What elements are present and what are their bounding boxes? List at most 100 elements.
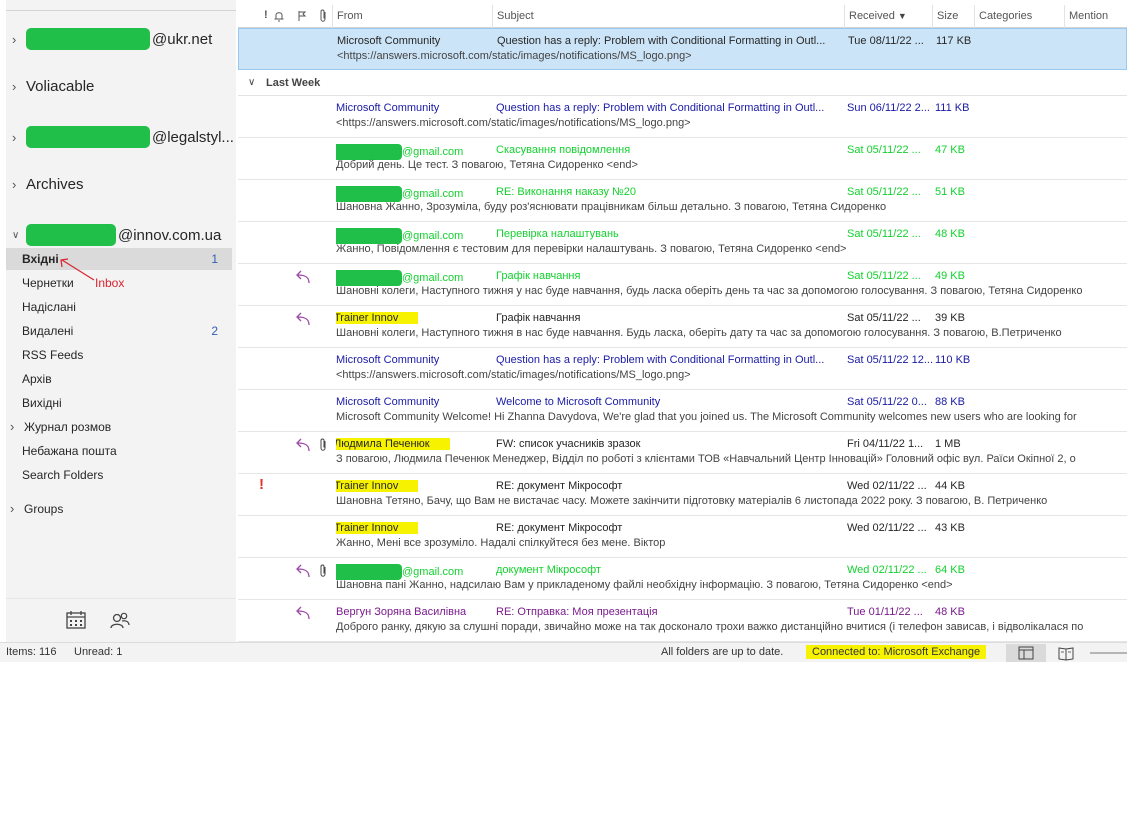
chevron-right-icon[interactable]: › — [12, 130, 24, 145]
message-subject: Перевірка налаштувань — [496, 228, 619, 240]
message-from: Microsoft Community — [336, 396, 440, 408]
folder-outbox[interactable]: Вихідні — [6, 392, 232, 414]
message-from: @gmail.com — [402, 229, 464, 242]
redacted-email — [26, 224, 116, 246]
account-label: Archives — [26, 176, 84, 193]
subject-column[interactable]: Subject — [492, 5, 844, 28]
message-size: 47 KB — [935, 144, 965, 156]
message-row[interactable]: Trainer Innov Графік навчання Sat 05/11/… — [238, 306, 1127, 348]
from-column[interactable]: From — [332, 5, 494, 28]
message-row[interactable]: ! Trainer Innov RE: документ Мікрософт W… — [238, 474, 1127, 516]
folder-search-folders[interactable]: Search Folders — [6, 464, 232, 486]
folder-groups[interactable]: › Groups — [6, 498, 232, 520]
mention-column[interactable]: Mention — [1064, 5, 1127, 28]
account-label: Voliacable — [26, 78, 95, 95]
attachment-column-icon[interactable] — [318, 9, 328, 23]
chevron-right-icon[interactable]: › — [10, 416, 22, 438]
status-bar: Items: 116 Unread: 1 All folders are up … — [0, 642, 1127, 662]
zoom-slider[interactable] — [1090, 652, 1127, 654]
annotation-arrow — [60, 258, 95, 281]
message-row[interactable]: @gmail.com Перевірка налаштувань Sat 05/… — [238, 222, 1127, 264]
message-preview: Шановні колеги, Наступного тижня у нас б… — [336, 285, 1083, 297]
chevron-right-icon[interactable]: › — [12, 32, 24, 47]
message-preview: Шановні колеги, Наступного тижня в нас б… — [336, 327, 1062, 339]
chevron-down-icon[interactable]: ∨ — [248, 70, 255, 96]
folder-junk[interactable]: Небажана пошта — [6, 440, 232, 462]
unread-count: 2 — [211, 324, 218, 338]
group-header-last-week[interactable]: ∨ Last Week — [238, 70, 1127, 96]
message-size: 117 KB — [936, 35, 972, 47]
folder-sent[interactable]: Надіслані — [6, 296, 232, 318]
flag-column-icon[interactable] — [297, 10, 307, 22]
categories-column[interactable]: Categories — [974, 5, 1064, 28]
account-label: @innov.com.ua — [118, 226, 222, 244]
sort-desc-icon: ▼ — [897, 11, 907, 21]
message-size: 110 KB — [935, 354, 971, 366]
message-row[interactable]: @gmail.com RE: Виконання наказу №20 Sat … — [238, 180, 1127, 222]
folder-label: RSS Feeds — [22, 348, 84, 362]
chevron-down-icon[interactable]: ∨ — [12, 230, 24, 241]
chevron-right-icon[interactable]: › — [12, 177, 24, 192]
message-row[interactable]: Людмила Печенюк FW: список учасників зра… — [238, 432, 1127, 474]
account-innov[interactable]: ∨ @innov.com.ua — [12, 224, 221, 246]
folder-deleted[interactable]: Видалені 2 — [6, 320, 232, 342]
message-preview: <https://answers.microsoft.com/static/im… — [336, 369, 691, 381]
importance-column[interactable]: ! — [264, 9, 268, 21]
message-size: 64 KB — [935, 564, 965, 576]
message-row[interactable]: Microsoft Community Question has a reply… — [238, 28, 1127, 70]
message-list: ! From Subject Received ▼ Size Categorie… — [238, 0, 1127, 642]
message-size: 48 KB — [935, 228, 965, 240]
account-legalstyl[interactable]: › @legalstyl... — [12, 126, 234, 148]
chevron-right-icon[interactable]: › — [12, 79, 24, 94]
people-icon[interactable] — [110, 611, 130, 629]
message-subject: Question has a reply: Problem with Condi… — [496, 102, 825, 114]
folder-label: Надіслані — [22, 300, 76, 314]
message-row[interactable]: @gmail.com документ Мікрософт Wed 02/11/… — [238, 558, 1127, 600]
message-from: Людмила Печенюк — [336, 438, 450, 450]
reminder-bell-icon[interactable] — [273, 10, 285, 22]
message-row[interactable]: Microsoft Community Question has a reply… — [238, 96, 1127, 138]
message-from: @gmail.com — [402, 145, 464, 158]
message-preview: Шановна Тетяно, Бачу, що Вам не вистачає… — [336, 495, 1048, 507]
redacted-email — [26, 28, 150, 50]
message-size: 43 KB — [935, 522, 965, 534]
folder-inbox[interactable]: Вхідні 1 — [6, 248, 232, 270]
message-from: @gmail.com — [402, 565, 464, 578]
message-received: Wed 02/11/22 ... — [847, 522, 927, 534]
folder-label: Журнал розмов — [24, 420, 112, 434]
size-column[interactable]: Size — [932, 5, 974, 28]
book-icon[interactable] — [1046, 644, 1086, 662]
message-row[interactable]: Вергун Зоряна Василівна RE: Отправка: Мо… — [238, 600, 1127, 642]
message-row[interactable]: @gmail.com Графік навчання Sat 05/11/22 … — [238, 264, 1127, 306]
message-row[interactable]: Trainer Innov RE: документ Мікрософт Wed… — [238, 516, 1127, 558]
chevron-right-icon[interactable]: › — [10, 498, 22, 520]
message-received: Sat 05/11/22 ... — [847, 270, 921, 282]
account-archives[interactable]: › Archives — [12, 176, 84, 193]
message-subject: документ Мікрософт — [496, 564, 601, 576]
redacted-email — [26, 126, 150, 148]
message-from: Microsoft Community — [336, 102, 440, 114]
annotation-label: Inbox — [95, 276, 125, 290]
message-received: Sat 05/11/22 ... — [847, 228, 921, 240]
redacted-sender — [336, 564, 402, 580]
message-received: Tue 08/11/22 ... — [848, 35, 924, 47]
account-ukr-net[interactable]: › @ukr.net — [12, 28, 212, 50]
message-received: Sat 05/11/22 ... — [847, 312, 921, 324]
message-row[interactable]: @gmail.com Скасування повідомлення Sat 0… — [238, 138, 1127, 180]
calendar-icon[interactable] — [66, 611, 86, 629]
received-column[interactable]: Received ▼ — [844, 5, 932, 28]
message-preview: Жанно, Повідомлення є тестовим для перев… — [336, 243, 847, 255]
folder-archive[interactable]: Архів — [6, 368, 232, 390]
message-row[interactable]: Microsoft Community Welcome to Microsoft… — [238, 390, 1127, 432]
message-from: Trainer Innov — [336, 480, 419, 492]
account-label: @legalstyl... — [152, 128, 234, 146]
reading-pane-icon[interactable] — [1006, 644, 1046, 662]
folder-label: Search Folders — [22, 468, 104, 482]
folder-rss[interactable]: RSS Feeds — [6, 344, 232, 366]
message-row[interactable]: Microsoft Community Question has a reply… — [238, 348, 1127, 390]
redacted-sender — [336, 270, 402, 286]
folder-pane-divider — [6, 10, 236, 11]
message-received: Wed 02/11/22 ... — [847, 564, 927, 576]
folder-conversation-history[interactable]: › Журнал розмов — [6, 416, 232, 438]
account-voliacable[interactable]: › Voliacable — [12, 78, 94, 95]
